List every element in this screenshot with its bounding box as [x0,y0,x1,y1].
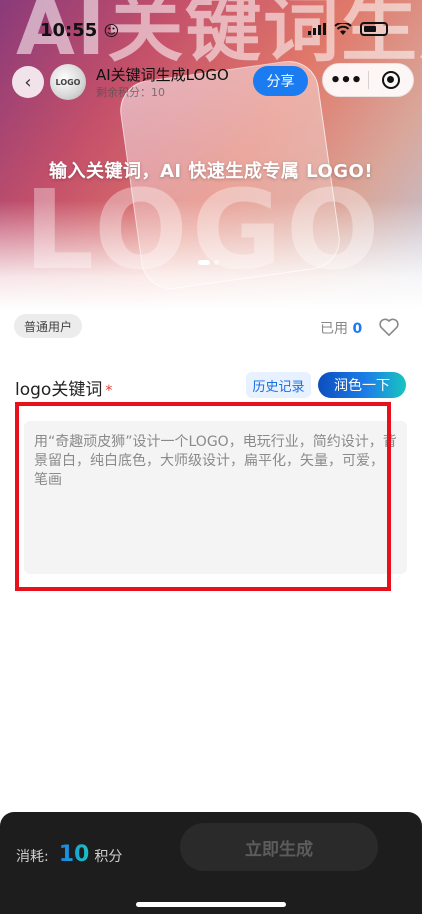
generate-button[interactable]: 立即生成 [180,823,378,871]
history-button[interactable]: 历史记录 [246,372,311,398]
status-icons [308,22,388,36]
carousel-dot [214,260,219,265]
required-mark: * [105,383,113,399]
remaining-points: 剩余积分：10 [96,86,165,99]
heart-icon[interactable] [378,317,400,337]
smiley-icon: ☺ [103,22,120,40]
carousel-indicator [198,260,219,265]
hero-fade [0,200,422,310]
polish-button[interactable]: 润色一下 [318,372,406,398]
chevron-left-icon: ‹ [24,71,32,93]
cost-info: 消耗: 10 积分 [16,842,123,867]
capsule-close-button[interactable] [369,63,413,97]
used-counter: 已用 0 [320,321,363,337]
status-bar: 10:55 ☺ [0,0,422,56]
app-title: AI关键词生成LOGO [96,66,229,84]
status-time: 10:55 ☺ [40,20,120,41]
cellular-icon [308,23,326,35]
carousel-dot-active [198,260,210,265]
cost-value: 10 [58,842,90,867]
keyword-label: logo关键词 * [15,380,113,400]
used-count: 0 [352,321,363,337]
target-close-icon [381,71,400,89]
bottom-bar: 消耗: 10 积分 立即生成 [0,812,422,914]
app-avatar: LOGO [50,64,86,100]
home-indicator[interactable] [136,902,286,907]
user-level-badge: 普通用户 [14,314,83,338]
more-dots-icon[interactable]: ••• [323,63,368,97]
battery-icon [360,22,388,36]
back-button[interactable]: ‹ [12,66,44,98]
share-button[interactable]: 分享 [253,66,308,96]
cost-unit: 积分 [94,849,123,865]
wifi-icon [334,22,352,35]
hero-slogan: 输入关键词，AI 快速生成专属 LOGO! [48,161,374,182]
keyword-textarea[interactable]: 用“奇趣顽皮狮”设计一个LOGO，电玩行业，简约设计，背景留白，纯白底色，大师级… [24,421,407,574]
mini-program-capsule: ••• [322,63,414,97]
